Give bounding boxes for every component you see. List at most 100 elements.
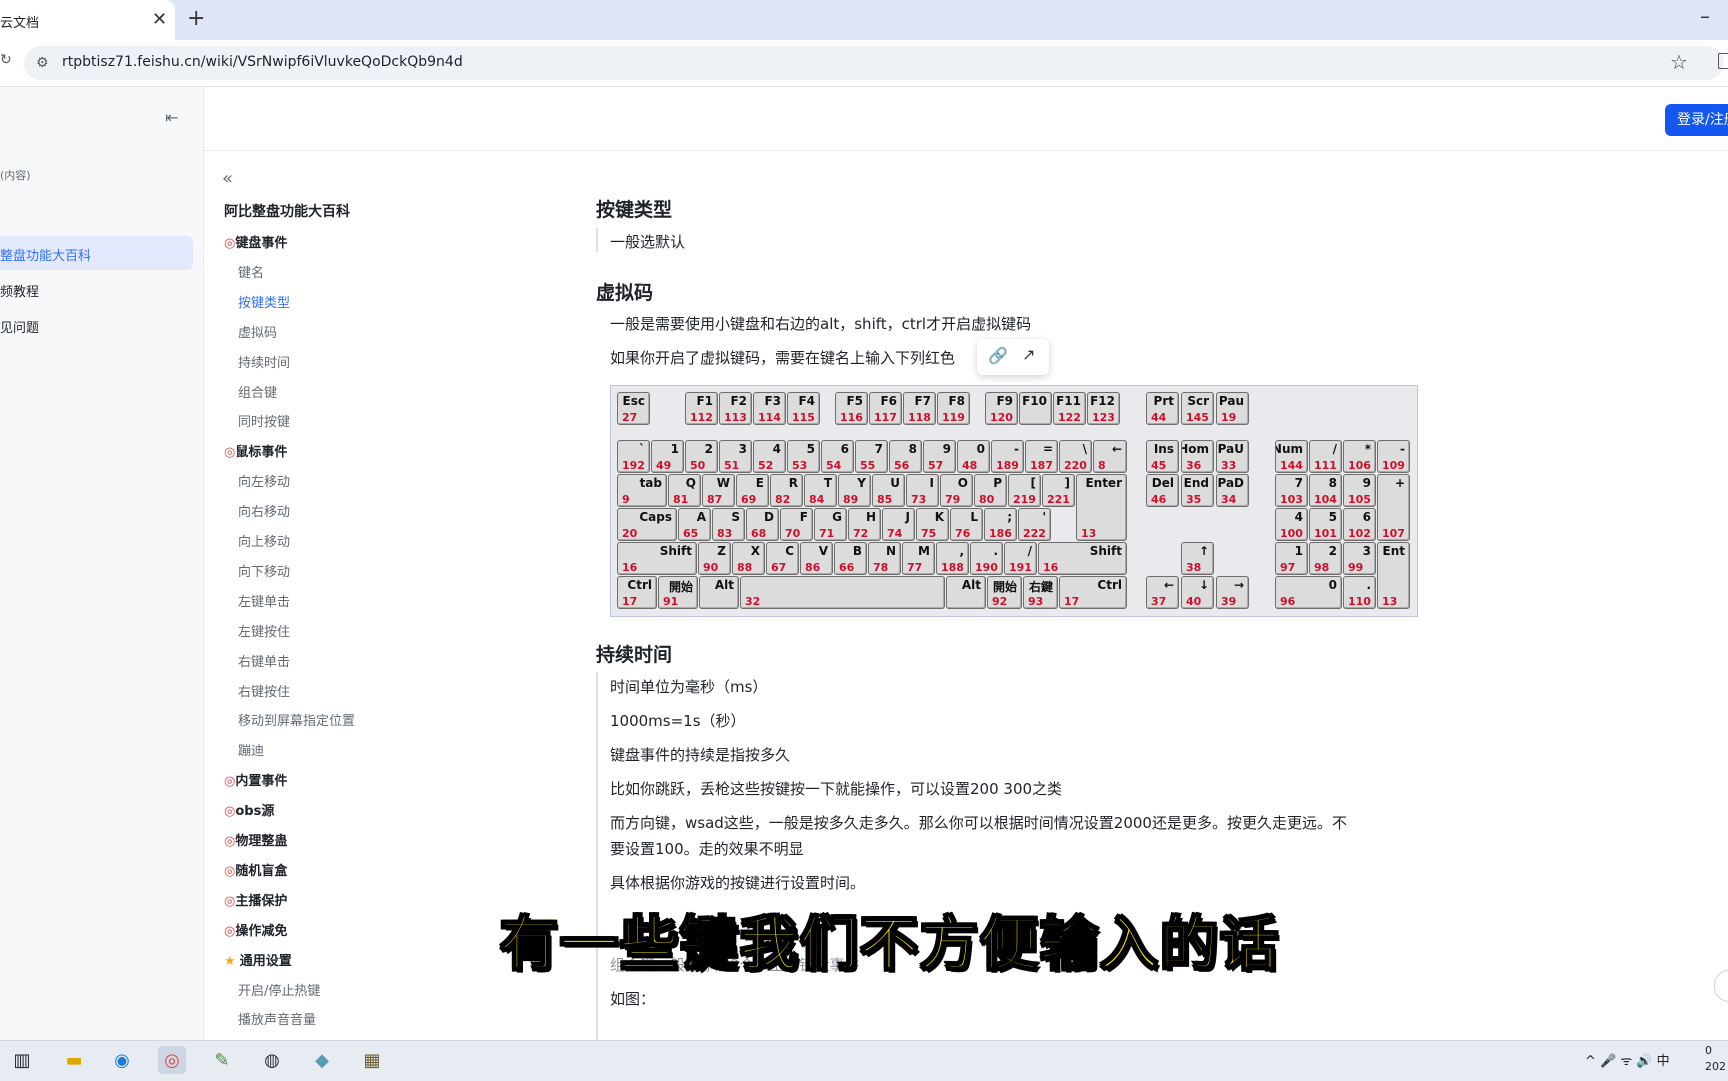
keyboard-key: Scr 145 (1181, 392, 1214, 425)
toc-item[interactable]: 右键按住 (238, 681, 290, 700)
task-view-icon[interactable]: ▥ (8, 1046, 36, 1074)
bookmark-star-icon[interactable]: ☆ (1670, 50, 1688, 74)
sidebar-item-encyclopedia[interactable]: 整盘功能大百科 (0, 245, 91, 264)
toc-item[interactable]: 随机盲盒 (224, 860, 287, 879)
key-label: Y (857, 476, 866, 490)
key-label: Scr (1187, 394, 1209, 408)
clock[interactable]: 0 202 (1705, 1043, 1726, 1075)
wiki-sidebar (0, 87, 204, 1040)
keyboard-key: U 85 (872, 474, 905, 507)
key-label: 7 (1294, 476, 1303, 490)
edge-icon[interactable]: ◉ (108, 1046, 136, 1074)
collapse-sidebar-icon[interactable]: ⇤ (165, 108, 178, 127)
keyboard-key: I 73 (906, 474, 939, 507)
toc-item[interactable]: 键名 (238, 262, 264, 281)
toc-item[interactable]: ★ 通用设置 (224, 950, 292, 969)
side-panel-icon[interactable] (1718, 53, 1728, 69)
url-text[interactable]: rtpbtisz71.feishu.cn/wiki/VSrNwipf6iVluv… (62, 54, 463, 70)
reload-icon[interactable]: ↻ (0, 52, 12, 68)
toc-item[interactable]: 向左移动 (238, 471, 290, 490)
toc-item-label: 键盘事件 (235, 236, 288, 251)
key-code: 68 (751, 527, 767, 540)
toc-item[interactable]: 开启/停止热键 (238, 980, 320, 999)
app-icon[interactable]: ▦ (358, 1046, 386, 1074)
collapse-toc-icon[interactable]: « (222, 168, 233, 189)
key-code: 220 (1064, 459, 1087, 472)
toc-item[interactable]: 键盘事件 (224, 232, 287, 251)
tab-close-icon[interactable]: ✕ (152, 9, 167, 30)
key-label: Prt (1153, 394, 1174, 408)
key-label: . (1366, 578, 1371, 592)
toc-item[interactable]: 鼠标事件 (224, 441, 287, 460)
app-icon[interactable]: ✎ (208, 1046, 236, 1074)
toc-item[interactable]: 按键类型 (238, 292, 290, 311)
toc-item[interactable]: 向右移动 (238, 501, 290, 520)
keyboard-key: 6 102 (1343, 508, 1376, 541)
keyboard-key: X 88 (732, 542, 765, 575)
minimize-button[interactable]: – (1700, 4, 1710, 28)
keyboard-key: 3 99 (1343, 542, 1376, 575)
keyboard-key: F4 115 (787, 392, 820, 425)
toc-item[interactable]: 操作减免 (224, 920, 287, 939)
key-label: , (959, 544, 964, 558)
sidebar-item-tutorial[interactable]: 频教程 (0, 281, 39, 300)
toc-item[interactable]: 向下移动 (238, 561, 290, 580)
copy-link-icon[interactable]: 🔗 (988, 346, 1008, 365)
chrome-icon[interactable]: ◎ (158, 1046, 186, 1074)
toc-item[interactable]: obs源 (224, 800, 274, 819)
keyboard-key: . 110 (1343, 576, 1376, 609)
help-button[interactable] (1714, 970, 1728, 1002)
toc-item[interactable]: 内置事件 (224, 770, 287, 789)
keyboard-key: , 188 (936, 542, 969, 575)
key-label: I (929, 476, 934, 490)
toc-item[interactable]: 右键单击 (238, 651, 290, 670)
key-code: 49 (656, 459, 672, 472)
login-button[interactable]: 登录/注册 (1665, 104, 1728, 136)
key-label: Alt (714, 578, 734, 592)
keyboard-keycode-image: Esc 27 F1 112 F2 113 F3 114 F4 115 F5 116 F6 117 F7 118… (610, 385, 1418, 617)
toc-item-label: 左键单击 (238, 594, 291, 610)
sidebar-item-faq[interactable]: 见问题 (0, 317, 39, 336)
app-icon[interactable]: ◆ (308, 1046, 336, 1074)
key-code: 90 (703, 561, 719, 574)
key-label: 右鍵 (1028, 580, 1053, 594)
share-icon[interactable]: ↗ (1022, 345, 1035, 364)
site-info-icon[interactable]: ⚙ (36, 55, 49, 71)
key-code: 27 (622, 411, 638, 424)
toc-item[interactable]: 同时按键 (238, 411, 290, 430)
toc-item[interactable]: 主播保护 (224, 890, 287, 909)
keyboard-key: Del 46 (1146, 474, 1179, 507)
system-tray[interactable]: ^ 🎤 ᯤ 🔊 中 (1585, 1050, 1670, 1069)
key-code: 122 (1058, 411, 1081, 424)
toc-item[interactable]: 持续时间 (238, 352, 290, 371)
key-code: 190 (975, 561, 998, 574)
obs-icon[interactable]: ◍ (258, 1046, 286, 1074)
toc-item[interactable]: 物理整蛊 (224, 830, 287, 849)
toc-item-label: 按键类型 (238, 295, 291, 311)
toc-item-label: 持续时间 (238, 355, 291, 371)
toc-item[interactable]: 组合键 (238, 382, 277, 401)
key-code: 80 (979, 493, 995, 506)
toc-item[interactable]: 蹦迪 (238, 740, 264, 759)
heading-virtual-code: 虚拟码 (596, 282, 654, 304)
toc-item[interactable]: 左键单击 (238, 591, 290, 610)
key-code: 20 (622, 527, 638, 540)
toc-title[interactable]: 阿比整盘功能大百科 (224, 201, 350, 221)
key-label: = (1042, 442, 1053, 456)
toc-item[interactable]: 左键按住 (238, 621, 290, 640)
key-label: 8 (1328, 476, 1337, 490)
file-explorer-icon[interactable]: ▬ (60, 1046, 88, 1074)
toc-item[interactable]: 虚拟码 (238, 322, 277, 341)
key-label: F4 (798, 394, 815, 408)
keyboard-key: 5 101 (1309, 508, 1342, 541)
keyboard-key: Enter 13 (1076, 474, 1127, 541)
toc-item-label: 播放声音音量 (238, 1013, 317, 1029)
new-tab-button[interactable]: + (187, 6, 205, 31)
toc-item[interactable]: 向上移动 (238, 531, 290, 550)
key-code: 56 (894, 459, 910, 472)
keyboard-key: 32 (740, 576, 945, 609)
key-label: D (764, 510, 774, 524)
toc-item[interactable]: 播放声音音量 (238, 1009, 316, 1028)
toc-item[interactable]: 移动到屏幕指定位置 (238, 710, 355, 729)
key-code: 73 (911, 493, 927, 506)
